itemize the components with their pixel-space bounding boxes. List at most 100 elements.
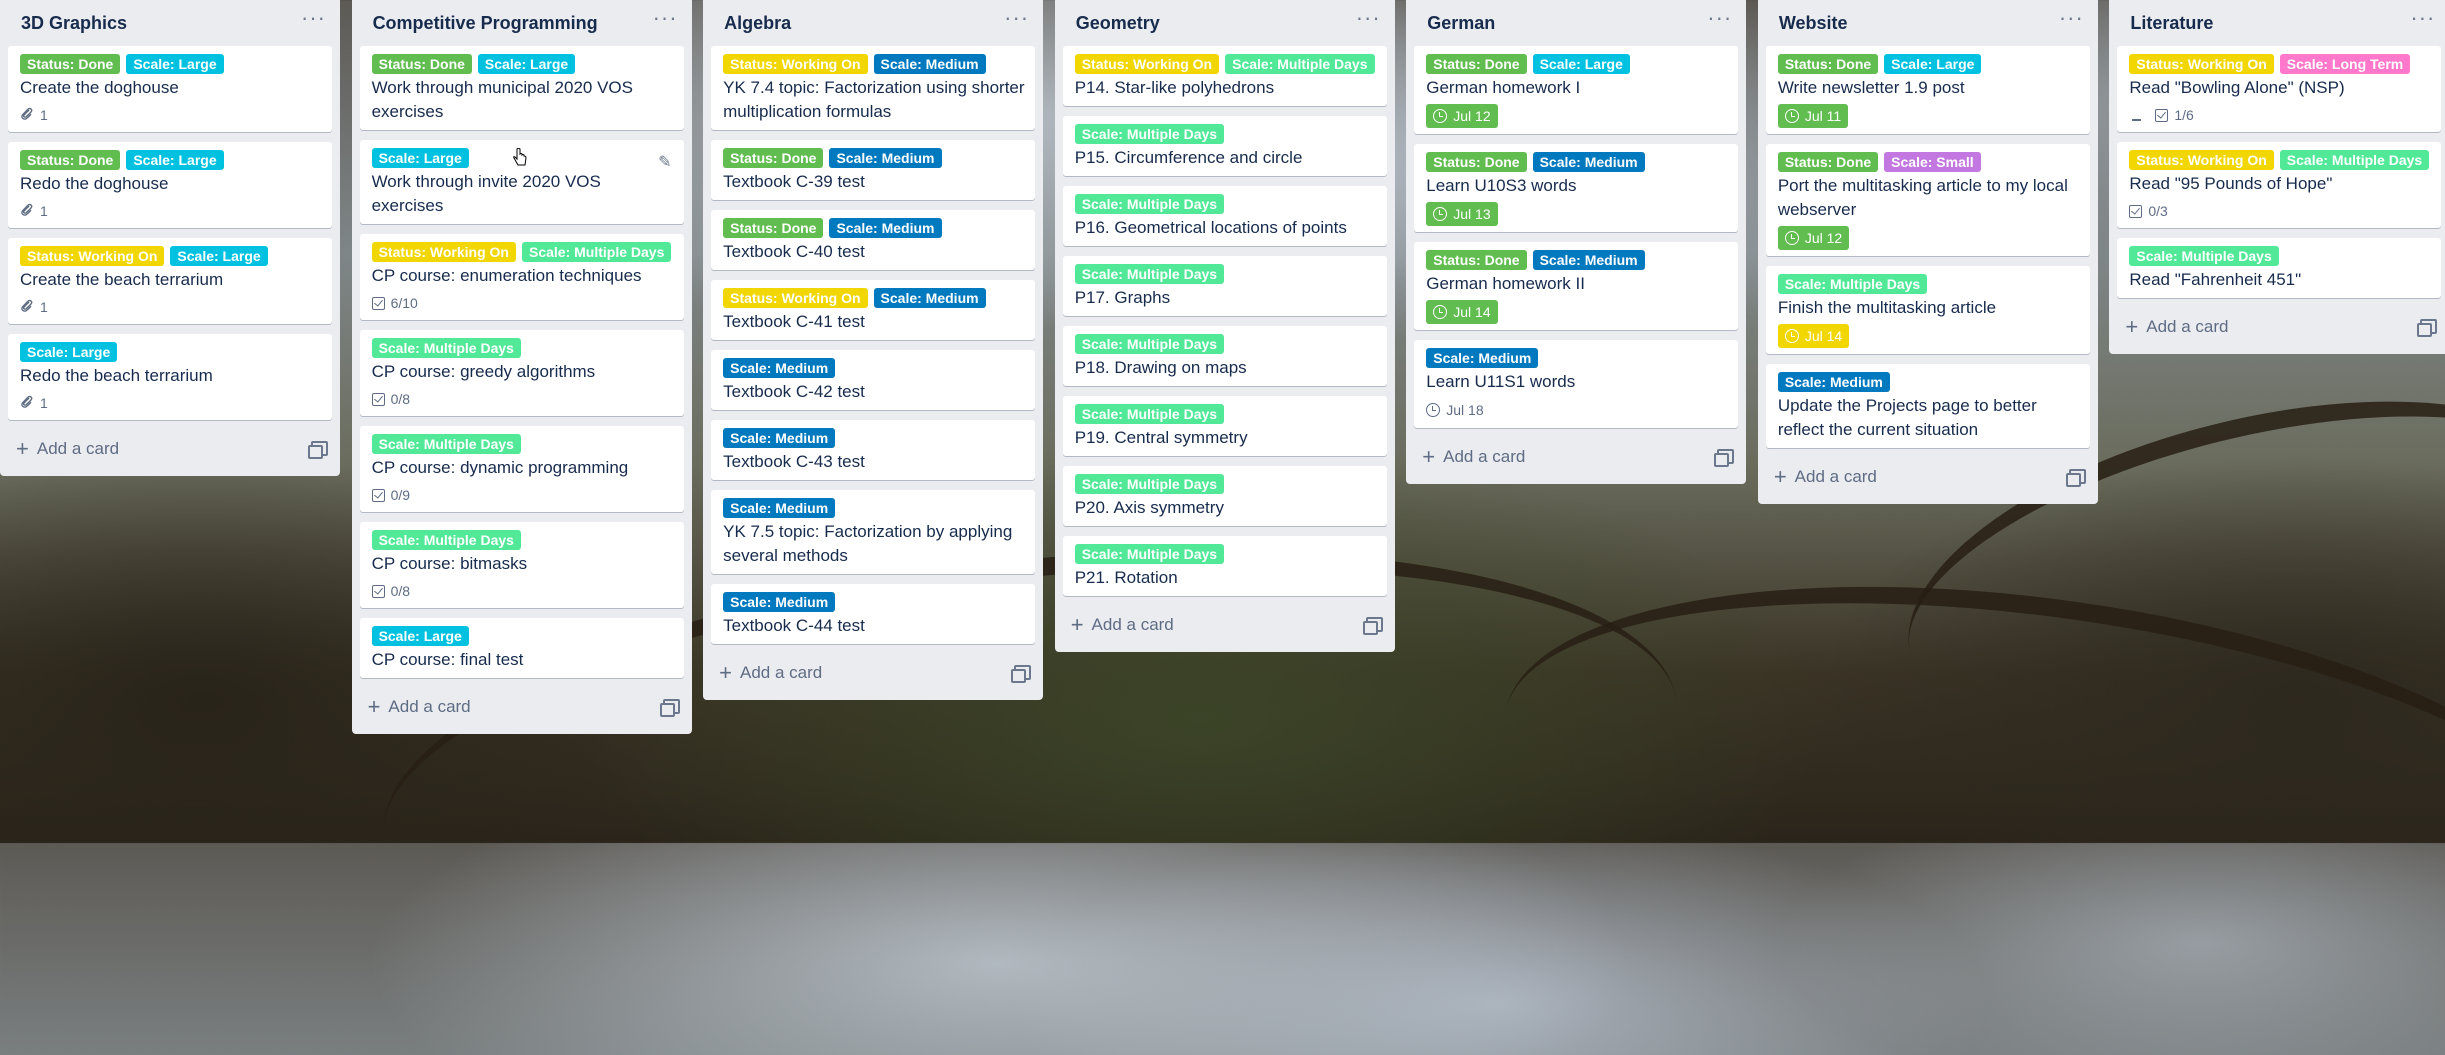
card[interactable]: Scale: Multiple Days P19. Central symmetr… xyxy=(1062,396,1387,456)
card[interactable]: Status: Working On Scale: Multiple Days P1… xyxy=(1062,46,1387,106)
card-label[interactable]: Scale: Multiple Days xyxy=(1074,334,1225,354)
card[interactable]: Scale: Medium Learn U11S1 words Jul 18 xyxy=(1414,340,1739,428)
card[interactable]: Scale: Multiple Days P21. Rotation xyxy=(1062,536,1387,596)
card-label[interactable]: Scale: Multiple Days xyxy=(2279,150,2430,170)
card-label[interactable]: Scale: Multiple Days xyxy=(1074,474,1225,494)
card[interactable]: Scale: Large CP course: final test xyxy=(359,618,684,678)
card-label[interactable]: Scale: Small xyxy=(1884,152,1981,172)
create-from-template-icon[interactable] xyxy=(2417,319,2438,337)
card-label[interactable]: Status: Working On xyxy=(723,288,868,308)
card-label[interactable]: Scale: Medium xyxy=(1426,348,1539,368)
due-date-badge[interactable]: Jul 11 xyxy=(1777,104,1849,128)
card[interactable]: Status: Working On Scale: Multiple Days Re… xyxy=(2117,142,2442,228)
card-label[interactable]: Scale: Multiple Days xyxy=(521,242,672,262)
due-date-badge[interactable]: Jul 13 xyxy=(1426,202,1498,226)
card-label[interactable]: Scale: Medium xyxy=(829,218,942,238)
list-title[interactable]: Literature xyxy=(2130,13,2213,34)
due-date-badge[interactable]: Jul 18 xyxy=(1426,398,1490,422)
card[interactable]: Status: Working On Scale: Medium YK 7.4 to… xyxy=(711,46,1036,130)
card-label[interactable]: Status: Working On xyxy=(371,242,516,262)
card-label[interactable]: Status: Done xyxy=(20,54,121,74)
card-label[interactable]: Scale: Large xyxy=(371,148,469,168)
card-label[interactable]: Scale: Medium xyxy=(873,288,986,308)
card[interactable]: Status: Done Scale: Large Write newsletter… xyxy=(1765,46,2090,134)
card[interactable]: Status: Done Scale: Large Work through mun… xyxy=(359,46,684,130)
card-label[interactable]: Status: Done xyxy=(1777,54,1879,74)
list-menu-icon[interactable]: ··· xyxy=(2410,7,2435,39)
card[interactable]: Scale: Multiple Days P20. Axis symmetry xyxy=(1062,466,1387,526)
card-label[interactable]: Status: Done xyxy=(1777,152,1879,172)
card-label[interactable]: Scale: Multiple Days xyxy=(1074,264,1225,284)
add-card-button[interactable]: + Add a card xyxy=(2125,316,2228,338)
card-label[interactable]: Scale: Large xyxy=(20,342,118,362)
list-menu-icon[interactable]: ··· xyxy=(653,7,678,39)
card[interactable]: Status: Done Scale: Small Port the multita… xyxy=(1765,144,2090,256)
card[interactable]: Status: Working On Scale: Long Term Read "… xyxy=(2117,46,2442,132)
list-menu-icon[interactable]: ··· xyxy=(1707,7,1732,39)
card[interactable]: Scale: Multiple Days CP course: bitmasks 0… xyxy=(359,522,684,608)
card-label[interactable]: Scale: Medium xyxy=(873,54,986,74)
card-label[interactable]: Scale: Medium xyxy=(723,358,836,378)
card-label[interactable]: Scale: Multiple Days xyxy=(371,530,521,550)
card[interactable]: Scale: Multiple Days CP course: greedy al… xyxy=(359,330,684,416)
due-date-badge[interactable]: Jul 12 xyxy=(1777,226,1850,250)
list-menu-icon[interactable]: ··· xyxy=(1004,7,1029,39)
card-label[interactable]: Status: Working On xyxy=(723,54,868,74)
create-from-template-icon[interactable] xyxy=(1362,617,1383,635)
list-menu-icon[interactable]: ··· xyxy=(301,7,326,39)
card-label[interactable]: Scale: Multiple Days xyxy=(371,338,521,358)
add-card-button[interactable]: + Add a card xyxy=(368,696,471,718)
card[interactable]: Status: Done Scale: Medium Textbook C-40 t… xyxy=(711,210,1036,270)
card-label[interactable]: Status: Working On xyxy=(1074,54,1220,74)
card[interactable]: Scale: Multiple Days P17. Graphs xyxy=(1062,256,1387,316)
card-label[interactable]: Scale: Multiple Days xyxy=(1074,404,1225,424)
list-title[interactable]: Website xyxy=(1779,13,1848,34)
card[interactable]: Scale: Large Redo the beach terrarium 1 xyxy=(8,334,332,420)
card-label[interactable]: Status: Done xyxy=(1426,54,1527,74)
card-label[interactable]: Scale: Large xyxy=(126,54,224,74)
list-title[interactable]: Algebra xyxy=(724,13,791,34)
card-label[interactable]: Scale: Large xyxy=(477,54,576,74)
card[interactable]: Scale: Multiple Days P15. Circumference a… xyxy=(1062,116,1387,176)
card[interactable]: Status: Done Scale: Large Create the dogho… xyxy=(8,46,332,132)
card-label[interactable]: Scale: Multiple Days xyxy=(1225,54,1375,74)
due-date-badge[interactable]: Jul 12 xyxy=(1426,104,1498,128)
card[interactable]: Status: Working On Scale: Large Create the… xyxy=(8,238,332,324)
card[interactable]: Status: Done Scale: Medium German homework… xyxy=(1414,242,1739,330)
add-card-button[interactable]: + Add a card xyxy=(719,662,822,684)
card-label[interactable]: Scale: Multiple Days xyxy=(1074,194,1225,214)
card-label[interactable]: Scale: Multiple Days xyxy=(1074,124,1225,144)
create-from-template-icon[interactable] xyxy=(1011,665,1032,683)
card-label[interactable]: Scale: Medium xyxy=(829,148,942,168)
card[interactable]: Scale: Multiple Days Read "Fahrenheit 451… xyxy=(2117,238,2442,298)
card-label[interactable]: Scale: Large xyxy=(126,150,224,170)
card-label[interactable]: Status: Done xyxy=(371,54,472,74)
card-label[interactable]: Scale: Medium xyxy=(723,428,836,448)
card-label[interactable]: Scale: Multiple Days xyxy=(1777,274,1928,294)
create-from-template-icon[interactable] xyxy=(2065,469,2086,487)
card-label[interactable]: Status: Done xyxy=(1426,250,1527,270)
card-label[interactable]: Scale: Medium xyxy=(1532,152,1645,172)
card-label[interactable]: Scale: Medium xyxy=(1532,250,1645,270)
card-label[interactable]: Status: Working On xyxy=(20,246,165,266)
card-label[interactable]: Status: Done xyxy=(723,218,824,238)
card-label[interactable]: Scale: Medium xyxy=(723,592,836,612)
card[interactable]: Scale: Medium Textbook C-42 test xyxy=(711,350,1036,410)
card[interactable]: Status: Done Scale: Large Redo the doghous… xyxy=(8,142,332,228)
card[interactable]: Scale: Multiple Days CP course: dynamic p… xyxy=(359,426,684,512)
edit-pencil-icon[interactable]: ✎ xyxy=(658,152,671,172)
list-title[interactable]: Geometry xyxy=(1076,13,1160,34)
card[interactable]: Scale: Large Work through invite 2020 VOS… xyxy=(359,140,684,224)
card[interactable]: Status: Done Scale: Medium Textbook C-39 t… xyxy=(711,140,1036,200)
create-from-template-icon[interactable] xyxy=(308,441,328,459)
card[interactable]: Scale: Medium Textbook C-43 test xyxy=(711,420,1036,480)
due-date-badge[interactable]: Jul 14 xyxy=(1426,300,1498,324)
card-label[interactable]: Scale: Large xyxy=(170,246,268,266)
card-label[interactable]: Scale: Medium xyxy=(1777,372,1890,392)
create-from-template-icon[interactable] xyxy=(659,699,680,717)
card[interactable]: Status: Working On Scale: Multiple Days CP… xyxy=(359,234,684,320)
card[interactable]: Scale: Multiple Days P16. Geometrical loc… xyxy=(1062,186,1387,246)
card[interactable]: Scale: Medium YK 7.5 topic: Factorization… xyxy=(711,490,1036,574)
card-label[interactable]: Scale: Large xyxy=(371,626,469,646)
card[interactable]: Scale: Medium Textbook C-44 test xyxy=(711,584,1036,644)
